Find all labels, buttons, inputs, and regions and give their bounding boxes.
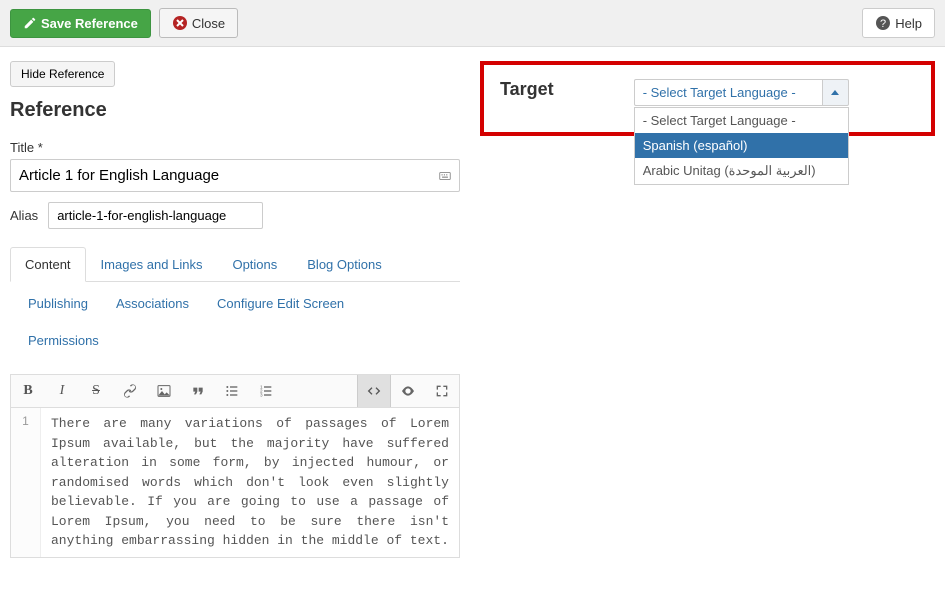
ol-button[interactable]: 123 — [249, 375, 283, 407]
editor: B I S 123 — [10, 374, 460, 558]
save-reference-label: Save Reference — [41, 16, 138, 31]
hide-reference-button[interactable]: Hide Reference — [10, 61, 115, 87]
close-icon — [172, 15, 188, 31]
list-ul-icon — [224, 383, 240, 399]
target-language-select[interactable]: - Select Target Language - - Select Targ… — [634, 79, 849, 106]
svg-text:?: ? — [880, 18, 886, 30]
tabs-row-1: Content Images and Links Options Blog Op… — [10, 247, 460, 282]
image-icon — [156, 383, 172, 399]
editor-gutter: 1 — [11, 408, 41, 557]
select-current-value[interactable]: - Select Target Language - — [634, 79, 823, 106]
image-button[interactable] — [147, 375, 181, 407]
close-button[interactable]: Close — [159, 8, 238, 38]
ul-button[interactable] — [215, 375, 249, 407]
fullscreen-icon — [434, 383, 450, 399]
title-input[interactable] — [10, 159, 460, 192]
tab-permissions[interactable]: Permissions — [14, 325, 113, 356]
code-icon — [365, 383, 383, 399]
tab-publishing[interactable]: Publishing — [14, 288, 102, 319]
select-toggle-button[interactable] — [823, 79, 849, 106]
strikethrough-button[interactable]: S — [79, 375, 113, 407]
caret-up-icon — [831, 90, 839, 95]
tab-blog-options[interactable]: Blog Options — [292, 247, 396, 282]
option-placeholder[interactable]: - Select Target Language - — [635, 108, 848, 133]
tab-content[interactable]: Content — [10, 247, 86, 282]
help-button[interactable]: ? Help — [862, 8, 935, 38]
link-button[interactable] — [113, 375, 147, 407]
editor-content[interactable]: There are many variations of passages of… — [41, 408, 459, 557]
bold-button[interactable]: B — [11, 375, 45, 407]
editor-toolbar: B I S 123 — [11, 375, 459, 408]
help-icon: ? — [875, 15, 891, 31]
quote-icon — [190, 383, 206, 399]
tab-configure-edit[interactable]: Configure Edit Screen — [203, 288, 358, 319]
tab-associations[interactable]: Associations — [102, 288, 203, 319]
option-spanish[interactable]: Spanish (español) — [635, 133, 848, 158]
keyboard-icon — [438, 169, 452, 183]
reference-column: Hide Reference Reference Title * Alias C… — [10, 61, 460, 558]
code-view-button[interactable] — [357, 375, 391, 407]
close-label: Close — [192, 16, 225, 31]
top-toolbar: Save Reference Close ? Help — [0, 0, 945, 47]
tab-options[interactable]: Options — [217, 247, 292, 282]
alias-input[interactable] — [48, 202, 263, 229]
tabs-row-3: Permissions — [10, 325, 460, 356]
italic-button[interactable]: I — [45, 375, 79, 407]
line-number: 1 — [22, 414, 29, 428]
eye-icon — [399, 383, 417, 399]
tab-images-links[interactable]: Images and Links — [86, 247, 218, 282]
target-highlight-box: Target - Select Target Language - - Sele… — [480, 61, 935, 136]
svg-text:3: 3 — [260, 392, 263, 397]
list-ol-icon: 123 — [258, 383, 274, 399]
link-icon — [122, 383, 138, 399]
preview-button[interactable] — [391, 375, 425, 407]
edit-icon — [23, 16, 37, 30]
help-label: Help — [895, 16, 922, 31]
tabs-row-2: Publishing Associations Configure Edit S… — [10, 288, 460, 319]
alias-label: Alias — [10, 208, 38, 223]
select-dropdown: - Select Target Language - Spanish (espa… — [634, 107, 849, 185]
reference-heading: Reference — [10, 99, 460, 122]
save-reference-button[interactable]: Save Reference — [10, 9, 151, 38]
title-label: Title * — [10, 140, 460, 155]
quote-button[interactable] — [181, 375, 215, 407]
fullscreen-button[interactable] — [425, 375, 459, 407]
target-heading: Target — [500, 79, 554, 100]
option-arabic[interactable]: Arabic Unitag (العربية الموحدة) — [635, 158, 848, 184]
